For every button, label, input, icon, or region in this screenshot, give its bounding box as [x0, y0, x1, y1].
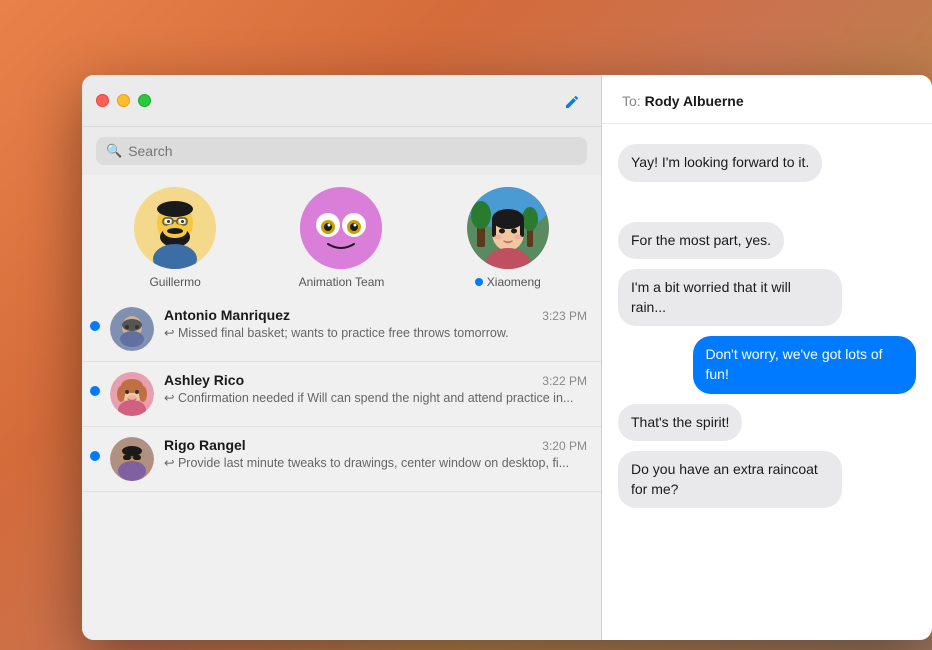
- conv-info-antonio: Antonio Manriquez 3:23 PM ↩ Missed final…: [164, 307, 587, 343]
- avatar-animation-team: [300, 187, 382, 269]
- preview-icon-ashley: ↩: [164, 391, 178, 405]
- conv-preview-rigo: ↩ Provide last minute tweaks to drawings…: [164, 455, 587, 473]
- conv-info-ashley: Ashley Rico 3:22 PM ↩ Confirmation neede…: [164, 372, 587, 408]
- messages-area: Yay! I'm looking forward to it. For the …: [602, 124, 932, 640]
- search-wrapper[interactable]: 🔍: [96, 137, 587, 165]
- messages-window: 🔍: [82, 75, 932, 640]
- close-button[interactable]: [96, 94, 109, 107]
- preview-icon-rigo: ↩: [164, 456, 178, 470]
- avatar-antonio: [110, 307, 154, 351]
- minimize-button[interactable]: [117, 94, 130, 107]
- avatar-xiaomeng: [467, 187, 549, 269]
- message-3: I'm a bit worried that it will rain...: [618, 269, 842, 326]
- avatar-ashley: [110, 372, 154, 416]
- search-icon: 🔍: [106, 143, 122, 159]
- conv-preview-ashley: ↩ Confirmation needed if Will can spend …: [164, 390, 587, 408]
- unread-dot-ashley: [90, 386, 100, 396]
- message-4: Don't worry, we've got lots of fun!: [693, 336, 917, 393]
- preview-icon-antonio: ↩: [164, 326, 178, 340]
- titlebar: [82, 75, 601, 127]
- message-5: That's the spirit!: [618, 404, 742, 442]
- pinned-contact-xiaomeng[interactable]: Xiaomeng: [448, 187, 568, 289]
- conv-header-rigo: Rigo Rangel 3:20 PM: [164, 437, 587, 453]
- pinned-contact-guillermo[interactable]: Guillermo: [115, 187, 235, 289]
- pinned-contact-animation-team[interactable]: Animation Team: [281, 187, 401, 289]
- conversation-item-ashley[interactable]: Ashley Rico 3:22 PM ↩ Confirmation neede…: [82, 362, 601, 427]
- to-label: To: Rody Albuerne: [622, 93, 744, 109]
- online-indicator-xiaomeng: [475, 278, 483, 286]
- message-header: To: Rody Albuerne: [602, 75, 932, 124]
- message-spacer-1: [618, 192, 916, 212]
- right-panel: To: Rody Albuerne Yay! I'm looking forwa…: [602, 75, 932, 640]
- pinned-label-animation-team: Animation Team: [299, 275, 385, 289]
- conv-name-rigo: Rigo Rangel: [164, 437, 246, 453]
- traffic-lights: [96, 94, 151, 107]
- conv-header-ashley: Ashley Rico 3:22 PM: [164, 372, 587, 388]
- conversation-item-rigo[interactable]: Rigo Rangel 3:20 PM ↩ Provide last minut…: [82, 427, 601, 492]
- conv-time-ashley: 3:22 PM: [542, 374, 587, 388]
- search-input[interactable]: [128, 143, 577, 159]
- message-1: Yay! I'm looking forward to it.: [618, 144, 822, 182]
- pinned-label-xiaomeng: Xiaomeng: [475, 275, 541, 289]
- avatar-guillermo: [134, 187, 216, 269]
- left-panel: 🔍: [82, 75, 602, 640]
- conv-header-antonio: Antonio Manriquez 3:23 PM: [164, 307, 587, 323]
- conversation-list: Antonio Manriquez 3:23 PM ↩ Missed final…: [82, 297, 601, 640]
- message-6: Do you have an extra raincoat for me?: [618, 451, 842, 508]
- avatar-rigo: [110, 437, 154, 481]
- conv-time-rigo: 3:20 PM: [542, 439, 587, 453]
- conv-preview-antonio: ↩ Missed final basket; wants to practice…: [164, 325, 587, 343]
- conversation-item-antonio[interactable]: Antonio Manriquez 3:23 PM ↩ Missed final…: [82, 297, 601, 362]
- conv-info-rigo: Rigo Rangel 3:20 PM ↩ Provide last minut…: [164, 437, 587, 473]
- pinned-contacts-row: Guillermo: [82, 175, 601, 297]
- zoom-button[interactable]: [138, 94, 151, 107]
- unread-dot-rigo: [90, 451, 100, 461]
- conv-name-antonio: Antonio Manriquez: [164, 307, 290, 323]
- compose-button[interactable]: [559, 87, 587, 115]
- conv-name-ashley: Ashley Rico: [164, 372, 244, 388]
- search-bar: 🔍: [82, 127, 601, 175]
- unread-dot-antonio: [90, 321, 100, 331]
- conv-time-antonio: 3:23 PM: [542, 309, 587, 323]
- pinned-label-guillermo: Guillermo: [149, 275, 200, 289]
- message-2: For the most part, yes.: [618, 222, 784, 260]
